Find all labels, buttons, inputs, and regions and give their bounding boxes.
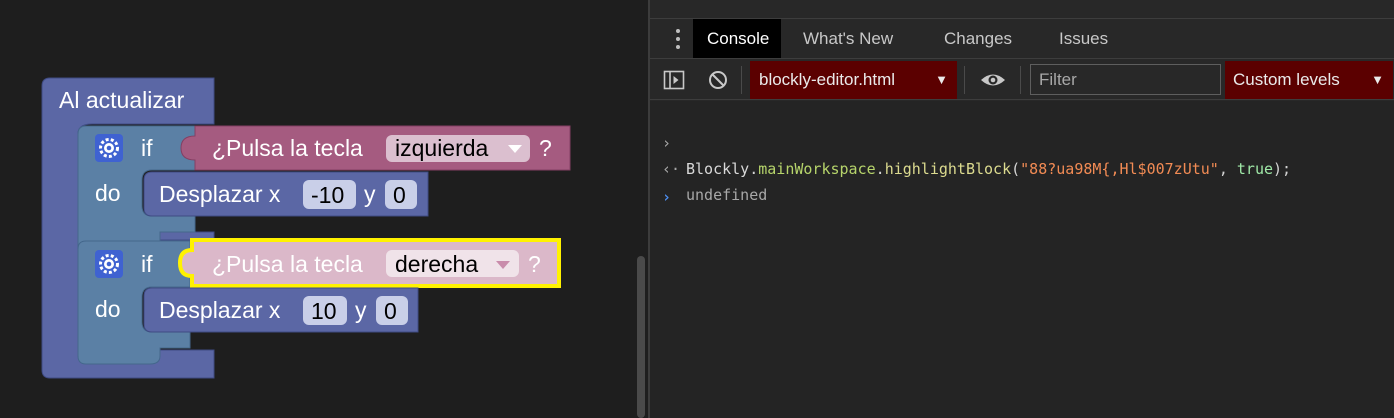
devtools-tabbar: Console What's New Changes Issues — [650, 19, 1394, 59]
x-value-field-1[interactable]: -10 — [303, 180, 356, 209]
condition-prefix: ¿Pulsa la tecla — [212, 135, 363, 161]
svg-text:-10: -10 — [311, 182, 344, 208]
clear-console-icon[interactable] — [707, 69, 729, 91]
tab-changes[interactable]: Changes — [944, 19, 1012, 58]
console-input-line: › Blockly.mainWorkspace.highlightBlock("… — [650, 104, 1394, 178]
svg-text:izquierda: izquierda — [395, 135, 489, 161]
x-value-field-2[interactable]: 10 — [303, 296, 347, 325]
devtools-panel: Console What's New Changes Issues blockl… — [650, 0, 1394, 418]
filter-input[interactable] — [1030, 64, 1221, 95]
gear-icon[interactable] — [95, 134, 123, 162]
console-prompt[interactable]: › — [650, 158, 1394, 206]
svg-text:10: 10 — [311, 298, 337, 324]
toolbar-separator — [741, 66, 742, 94]
svg-text:0: 0 — [393, 182, 406, 208]
console-output[interactable]: › Blockly.mainWorkspace.highlightBlock("… — [650, 101, 1394, 418]
more-tabs-icon[interactable] — [668, 29, 688, 51]
blockly-workspace[interactable]: Al actualizar if do ¿Pulsa la tecla izqu… — [0, 0, 648, 418]
y-label: y — [355, 297, 367, 323]
workspace-scrollbar[interactable] — [637, 256, 645, 418]
svg-text:derecha: derecha — [395, 251, 478, 277]
caret-down-icon: ▼ — [1371, 72, 1384, 87]
do-label: do — [95, 180, 121, 206]
condition-prefix: ¿Pulsa la tecla — [212, 251, 363, 277]
key-dropdown-derecha[interactable]: derecha — [386, 250, 519, 277]
devtools-top-strip — [650, 0, 1394, 19]
condition-suffix: ? — [528, 251, 541, 277]
context-selector-label: blockly-editor.html — [759, 70, 896, 89]
sidebar-toggle-icon[interactable] — [663, 69, 685, 91]
gear-icon[interactable] — [95, 250, 123, 278]
y-value-field-1[interactable]: 0 — [385, 180, 417, 209]
move-label: Desplazar x — [159, 181, 281, 207]
tab-whats-new[interactable]: What's New — [803, 19, 893, 58]
y-value-field-2[interactable]: 0 — [376, 296, 408, 325]
if-label: if — [141, 135, 153, 161]
console-toolbar: blockly-editor.html ▼ Custom levels ▼ — [650, 60, 1394, 100]
prompt-chevron-icon: › — [662, 188, 672, 206]
do-label: do — [95, 296, 121, 322]
caret-down-icon: ▼ — [935, 72, 948, 87]
svg-text:0: 0 — [384, 298, 397, 324]
toolbar-separator — [964, 66, 965, 94]
condition-suffix: ? — [539, 135, 552, 161]
toolbar-separator — [1020, 66, 1021, 94]
event-block-label: Al actualizar — [59, 87, 185, 113]
if-label: if — [141, 251, 153, 277]
key-dropdown-izquierda[interactable]: izquierda — [386, 135, 530, 162]
tab-console[interactable]: Console — [693, 19, 781, 58]
context-selector[interactable]: blockly-editor.html ▼ — [750, 61, 957, 99]
log-levels-dropdown[interactable]: Custom levels ▼ — [1225, 61, 1393, 99]
move-label: Desplazar x — [159, 297, 281, 323]
y-label: y — [364, 181, 376, 207]
blocks-canvas: Al actualizar if do ¿Pulsa la tecla izqu… — [41, 77, 571, 379]
log-levels-label: Custom levels — [1233, 70, 1340, 89]
console-result-line: ‹· undefined — [650, 130, 1394, 204]
tab-issues[interactable]: Issues — [1059, 19, 1108, 58]
eye-icon[interactable] — [979, 69, 1007, 91]
